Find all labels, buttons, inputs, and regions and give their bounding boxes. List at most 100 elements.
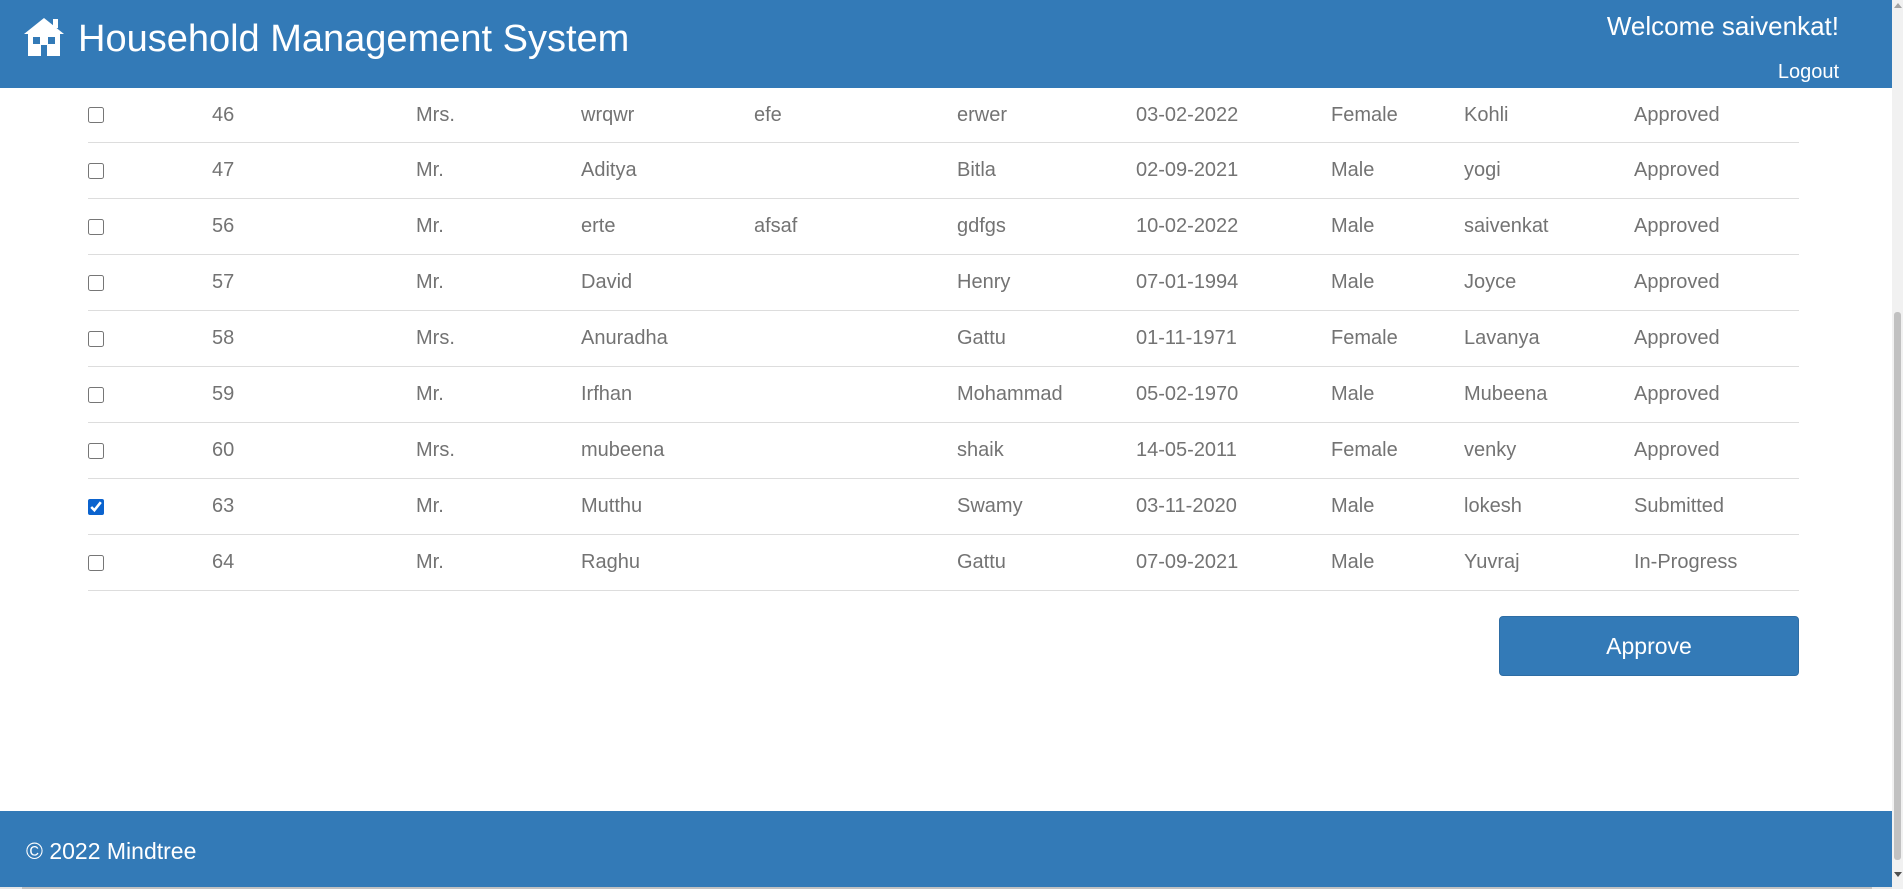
cell-status: In-Progress bbox=[1634, 534, 1799, 591]
row-select-checkbox[interactable] bbox=[88, 554, 104, 571]
cell-relation: Yuvraj bbox=[1464, 534, 1634, 591]
table-row: 59 Mr. Irfhan Mohammad 05-02-1970 Male Mubeena… bbox=[88, 366, 1799, 423]
cell-date-of-birth: 02-09-2021 bbox=[1136, 142, 1331, 199]
cell-title: Mr. bbox=[416, 142, 581, 199]
cell-select bbox=[88, 310, 212, 367]
app-title: Household Management System bbox=[78, 18, 630, 60]
cell-select bbox=[88, 254, 212, 311]
cell-last-name: gdfgs bbox=[957, 198, 1136, 255]
cell-status: Approved bbox=[1634, 142, 1799, 199]
cell-title: Mr. bbox=[416, 534, 581, 591]
cell-first-name: Raghu bbox=[581, 534, 754, 591]
cell-date-of-birth: 07-09-2021 bbox=[1136, 534, 1331, 591]
cell-id: 47 bbox=[212, 142, 416, 199]
row-select-checkbox[interactable] bbox=[88, 218, 104, 235]
cell-middle-name bbox=[754, 422, 957, 479]
cell-id: 59 bbox=[212, 366, 416, 423]
cell-date-of-birth: 14-05-2011 bbox=[1136, 422, 1331, 479]
table-row: 63 Mr. Mutthu Swamy 03-11-2020 Male lokesh Subm… bbox=[88, 478, 1799, 535]
scroll-down-icon[interactable] bbox=[1894, 872, 1902, 877]
cell-id: 57 bbox=[212, 254, 416, 311]
scrollbar-thumb[interactable] bbox=[1894, 312, 1901, 860]
row-select-checkbox[interactable] bbox=[88, 107, 104, 124]
cell-status: Approved bbox=[1634, 198, 1799, 255]
cell-title: Mr. bbox=[416, 254, 581, 311]
cell-gender: Male bbox=[1331, 478, 1464, 535]
cell-status: Approved bbox=[1634, 310, 1799, 367]
approve-button[interactable]: Approve bbox=[1499, 616, 1799, 676]
row-select-checkbox[interactable] bbox=[88, 442, 104, 459]
cell-last-name: Mohammad bbox=[957, 366, 1136, 423]
copyright-text: © 2022 Mindtree bbox=[26, 838, 197, 864]
cell-relation: yogi bbox=[1464, 142, 1634, 199]
cell-select bbox=[88, 142, 212, 199]
cell-gender: Male bbox=[1331, 198, 1464, 255]
cell-date-of-birth: 03-11-2020 bbox=[1136, 478, 1331, 535]
cell-middle-name bbox=[754, 478, 957, 535]
cell-select bbox=[88, 422, 212, 479]
cell-select bbox=[88, 534, 212, 591]
cell-last-name: erwer bbox=[957, 88, 1136, 143]
cell-relation: Kohli bbox=[1464, 88, 1634, 143]
house-icon bbox=[24, 18, 64, 56]
row-select-checkbox[interactable] bbox=[88, 386, 104, 403]
cell-select bbox=[88, 366, 212, 423]
row-select-checkbox[interactable] bbox=[88, 330, 104, 347]
row-select-checkbox[interactable] bbox=[88, 498, 104, 515]
cell-id: 56 bbox=[212, 198, 416, 255]
cell-middle-name: efe bbox=[754, 88, 957, 143]
cell-relation: venky bbox=[1464, 422, 1634, 479]
cell-first-name: mubeena bbox=[581, 422, 754, 479]
cell-last-name: Henry bbox=[957, 254, 1136, 311]
cell-select bbox=[88, 88, 212, 143]
cell-relation: Mubeena bbox=[1464, 366, 1634, 423]
app-header: Household Management System Welcome saiv… bbox=[0, 0, 1892, 88]
page: Household Management System Welcome saiv… bbox=[0, 0, 1903, 889]
cell-id: 46 bbox=[212, 88, 416, 143]
row-select-checkbox[interactable] bbox=[88, 274, 104, 291]
table-row: 47 Mr. Aditya Bitla 02-09-2021 Male yogi Approv… bbox=[88, 142, 1799, 199]
cell-title: Mr. bbox=[416, 198, 581, 255]
cell-id: 60 bbox=[212, 422, 416, 479]
app-footer: © 2022 Mindtree bbox=[0, 811, 1892, 887]
cell-date-of-birth: 01-11-1971 bbox=[1136, 310, 1331, 367]
table-row: 46 Mrs. wrqwr efe erwer 03-02-2022 Female Kohli… bbox=[88, 88, 1799, 143]
cell-gender: Male bbox=[1331, 366, 1464, 423]
vertical-scrollbar[interactable] bbox=[1892, 0, 1903, 889]
cell-first-name: Irfhan bbox=[581, 366, 754, 423]
cell-status: Submitted bbox=[1634, 478, 1799, 535]
logout-link[interactable]: Logout bbox=[1778, 60, 1839, 84]
cell-title: Mrs. bbox=[416, 310, 581, 367]
cell-gender: Male bbox=[1331, 254, 1464, 311]
cell-gender: Female bbox=[1331, 422, 1464, 479]
cell-gender: Male bbox=[1331, 534, 1464, 591]
cell-middle-name bbox=[754, 534, 957, 591]
cell-date-of-birth: 10-02-2022 bbox=[1136, 198, 1331, 255]
cell-select bbox=[88, 198, 212, 255]
cell-first-name: Aditya bbox=[581, 142, 754, 199]
cell-relation: Joyce bbox=[1464, 254, 1634, 311]
table-row: 64 Mr. Raghu Gattu 07-09-2021 Male Yuvraj In-Pr… bbox=[88, 534, 1799, 591]
cell-id: 64 bbox=[212, 534, 416, 591]
cell-middle-name: afsaf bbox=[754, 198, 957, 255]
cell-last-name: Bitla bbox=[957, 142, 1136, 199]
cell-id: 58 bbox=[212, 310, 416, 367]
cell-middle-name bbox=[754, 142, 957, 199]
cell-first-name: erte bbox=[581, 198, 754, 255]
scroll-up-icon[interactable] bbox=[1894, 3, 1902, 8]
cell-relation: saivenkat bbox=[1464, 198, 1634, 255]
row-select-checkbox[interactable] bbox=[88, 162, 104, 179]
cell-last-name: Gattu bbox=[957, 310, 1136, 367]
cell-first-name: Mutthu bbox=[581, 478, 754, 535]
cell-middle-name bbox=[754, 366, 957, 423]
cell-relation: lokesh bbox=[1464, 478, 1634, 535]
cell-gender: Female bbox=[1331, 310, 1464, 367]
cell-middle-name bbox=[754, 310, 957, 367]
cell-title: Mr. bbox=[416, 366, 581, 423]
cell-gender: Male bbox=[1331, 142, 1464, 199]
cell-title: Mr. bbox=[416, 478, 581, 535]
table-row: 57 Mr. David Henry 07-01-1994 Male Joyce Approv… bbox=[88, 254, 1799, 311]
records-table-container: 46 Mrs. wrqwr efe erwer 03-02-2022 Female Kohli… bbox=[88, 88, 1799, 591]
cell-first-name: wrqwr bbox=[581, 88, 754, 143]
cell-select bbox=[88, 478, 212, 535]
